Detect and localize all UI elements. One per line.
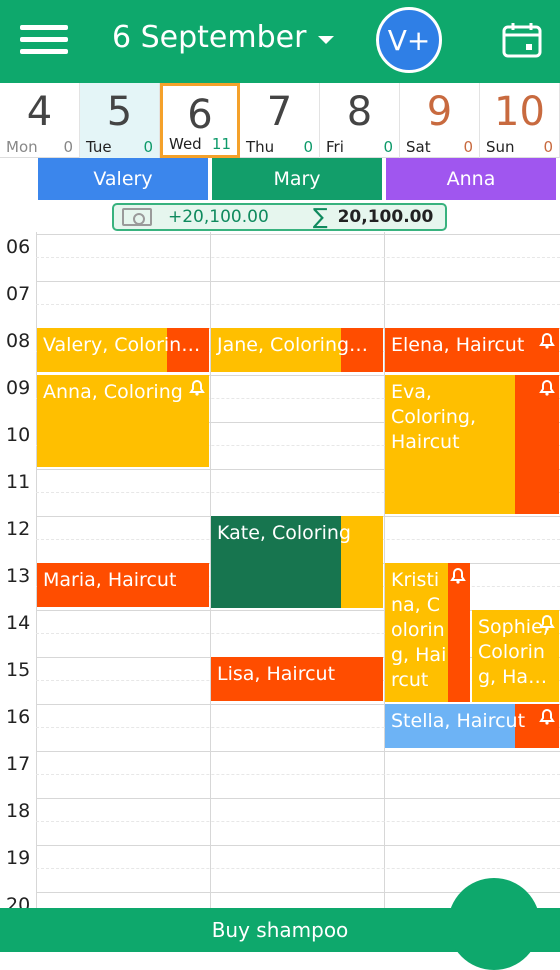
- half-hour-line: [36, 821, 560, 822]
- hour-label: 13: [6, 565, 31, 587]
- half-hour-line: [36, 774, 560, 775]
- hour-label: 15: [6, 659, 31, 681]
- staff-header-valery[interactable]: Valery: [38, 158, 208, 200]
- hour-label: 20: [6, 894, 31, 908]
- appointment-label: Eva, Coloring, Haircut: [391, 381, 477, 453]
- day-weekday: Wed: [169, 135, 202, 153]
- appointment-eva-coloring-haircut[interactable]: Eva, Coloring, Haircut: [385, 375, 559, 514]
- appointment-jane-coloring[interactable]: Jane, Coloring…: [211, 328, 383, 372]
- day-count: 0: [383, 138, 393, 156]
- hour-label: 17: [6, 753, 31, 775]
- half-hour-line: [36, 304, 560, 305]
- appointment-maria-haircut[interactable]: Maria, Haircut: [37, 563, 209, 607]
- hour-line: [36, 845, 560, 846]
- hour-label: 09: [6, 377, 31, 399]
- bell-icon: [450, 568, 466, 584]
- staff-header-mary[interactable]: Mary: [212, 158, 382, 200]
- appointment-label: Anna, Coloring: [43, 381, 183, 403]
- day-count: 0: [463, 138, 473, 156]
- sum-icon: ∑: [312, 204, 328, 230]
- appointment-sophie-coloring-haircut[interactable]: Sophie, Coloring, Ha…: [472, 610, 559, 702]
- day-number: 8: [346, 89, 373, 135]
- hamburger-menu-icon[interactable]: [20, 25, 68, 55]
- day-mon[interactable]: 4 Mon 0: [0, 83, 80, 158]
- caret-down-icon: [318, 35, 335, 44]
- day-count: 0: [143, 138, 153, 156]
- hour-label: 14: [6, 612, 31, 634]
- appointment-label: Maria, Haircut: [43, 569, 177, 591]
- total-amount: 20,100.00: [337, 207, 434, 227]
- hour-line: [36, 281, 560, 282]
- hour-line: [36, 751, 560, 752]
- bell-icon: [539, 615, 555, 631]
- day-weekday: Mon: [6, 138, 38, 156]
- day-count: 11: [211, 135, 231, 153]
- money-icon: [122, 208, 152, 226]
- bell-icon: [539, 380, 555, 396]
- top-app-bar: 6 September V+: [0, 0, 560, 83]
- date-selector[interactable]: 6 September: [112, 20, 335, 55]
- appointment-lisa-haircut[interactable]: Lisa, Haircut: [211, 657, 383, 701]
- day-number: 6: [187, 92, 213, 138]
- day-weekday: Tue: [86, 138, 112, 156]
- hour-label: 10: [6, 424, 31, 446]
- week-day-strip: 4 Mon 0 5 Tue 0 6 Wed 11 7 Thu 0 8 Fri 0…: [0, 83, 560, 158]
- appointment-anna-coloring[interactable]: Anna, Coloring: [37, 375, 209, 467]
- appointment-label: Stella, Haircut: [391, 710, 526, 732]
- hour-line: [36, 798, 560, 799]
- income-amount: +20,100.00: [168, 207, 269, 227]
- day-weekday: Fri: [326, 138, 344, 156]
- staff-header-anna[interactable]: Anna: [386, 158, 556, 200]
- day-number: 5: [106, 89, 133, 135]
- hour-label: 19: [6, 847, 31, 869]
- appointment-kristina-coloring-haircut[interactable]: Kristina, Coloring, Haircut: [385, 563, 470, 702]
- day-weekday: Sun: [486, 138, 515, 156]
- day-thu[interactable]: 7 Thu 0: [240, 83, 320, 158]
- bell-icon: [539, 333, 555, 349]
- appointment-elena-haircut[interactable]: Elena, Haircut: [385, 328, 559, 372]
- day-number: 9: [426, 89, 453, 135]
- bell-icon: [539, 709, 555, 725]
- floating-action-button[interactable]: [448, 878, 540, 970]
- hour-label: 16: [6, 706, 31, 728]
- day-sun[interactable]: 10 Sun 0: [480, 83, 560, 158]
- appointment-label: Kristina, Coloring, Haircut: [391, 569, 447, 691]
- day-number: 7: [266, 89, 293, 135]
- appointment-label: Lisa, Haircut: [217, 663, 336, 685]
- hour-label: 06: [6, 236, 31, 258]
- appointment-label: Valery, Colorin…: [43, 334, 201, 356]
- appointment-valery-coloring[interactable]: Valery, Colorin…: [37, 328, 209, 372]
- hour-label: 08: [6, 330, 31, 352]
- day-tue[interactable]: 5 Tue 0: [80, 83, 160, 158]
- appointment-kate-coloring[interactable]: Kate, Coloring: [211, 516, 383, 608]
- day-number: 4: [26, 89, 53, 135]
- day-count: 0: [63, 138, 73, 156]
- hour-label: 12: [6, 518, 31, 540]
- day-sat[interactable]: 9 Sat 0: [400, 83, 480, 158]
- revenue-summary: +20,100.00 ∑ 20,100.00: [112, 203, 447, 231]
- appointment-stella-haircut[interactable]: Stella, Haircut: [385, 704, 559, 748]
- hour-label: 18: [6, 800, 31, 822]
- appointment-label: Jane, Coloring…: [217, 334, 369, 356]
- half-hour-line: [36, 868, 560, 869]
- calendar-icon[interactable]: [502, 22, 542, 58]
- day-count: 0: [303, 138, 313, 156]
- hour-line: [36, 234, 560, 235]
- day-weekday: Sat: [406, 138, 431, 156]
- day-weekday: Thu: [246, 138, 275, 156]
- user-avatar-button[interactable]: V+: [376, 7, 442, 73]
- day-number: 10: [494, 89, 545, 135]
- day-count: 0: [543, 138, 553, 156]
- day-fri[interactable]: 8 Fri 0: [320, 83, 400, 158]
- appointment-label: Kate, Coloring: [217, 522, 351, 544]
- half-hour-line: [36, 257, 560, 258]
- date-title: 6 September: [112, 20, 307, 55]
- schedule-grid[interactable]: 06 07 08 09 10 11 12 13 14 15 16 17 18 19 20 Valery, C…: [0, 232, 560, 908]
- hour-label: 11: [6, 471, 31, 493]
- day-wed-selected[interactable]: 6 Wed 11: [160, 83, 240, 158]
- bell-icon: [189, 380, 205, 396]
- hour-label: 07: [6, 283, 31, 305]
- appointment-label: Elena, Haircut: [391, 334, 525, 356]
